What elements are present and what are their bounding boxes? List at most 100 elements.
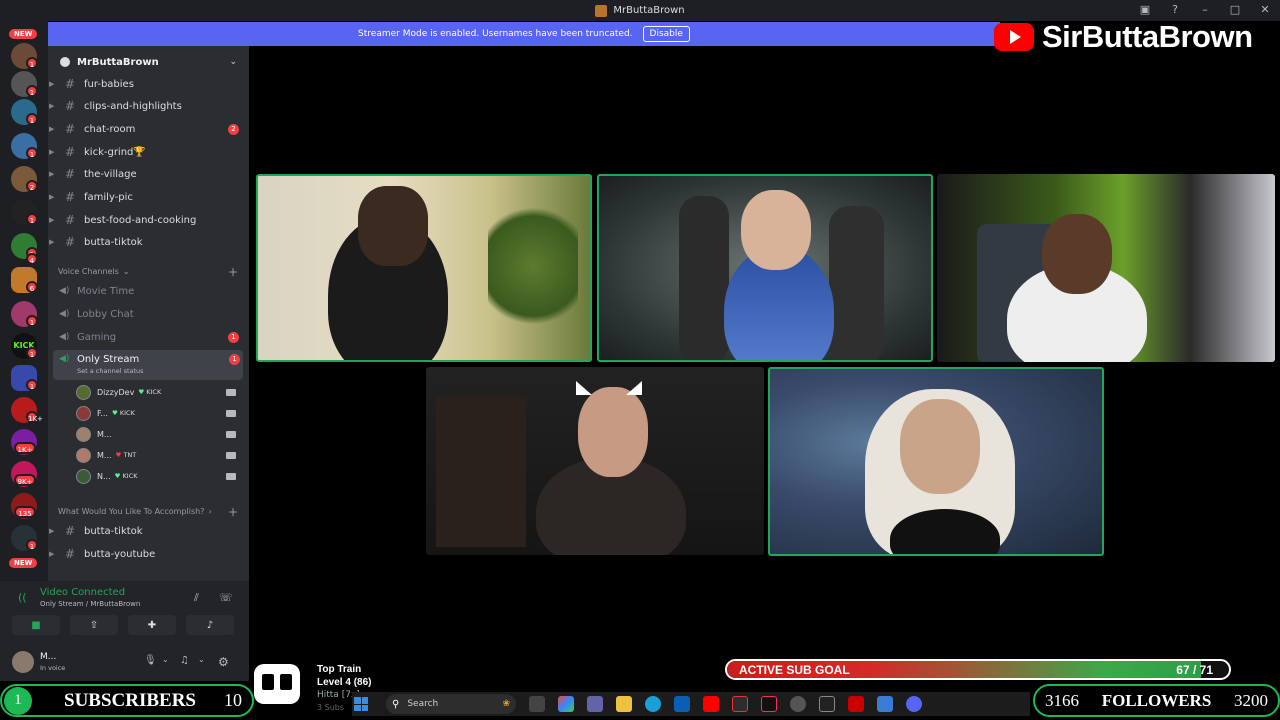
video-tile[interactable] [937, 174, 1275, 362]
voice-user[interactable]: M... ♥ TNT [76, 446, 246, 464]
minimize-icon[interactable]: – [1198, 3, 1212, 17]
youtube-app-icon[interactable] [703, 696, 719, 712]
speaker-icon: ◀) [59, 354, 70, 364]
task-view-icon[interactable] [529, 696, 545, 712]
voice-channel[interactable]: ◀) Lobby Chat [48, 304, 249, 324]
microphone-icon[interactable]: 🎙 [144, 655, 157, 666]
category-header[interactable]: What Would You Like To Accomplish? › + [58, 505, 238, 519]
text-channel[interactable]: ▶ # fur-babies [48, 74, 249, 94]
mention-badge: 6 [26, 281, 38, 293]
cat-ear-right [626, 381, 642, 395]
voice-user[interactable]: F... ♥ KICK [76, 404, 246, 422]
user-name: F... [97, 408, 108, 418]
background-figure [679, 196, 729, 360]
voice-channel[interactable]: ◀) Movie Time [48, 281, 249, 301]
camera-icon [226, 472, 236, 480]
voice-category-header[interactable]: Voice Channels ⌄ + [58, 265, 238, 279]
text-channel[interactable]: ▶ # clips-and-highlights [48, 96, 249, 116]
voice-user[interactable]: DizzyDev ♥ KICK [76, 383, 246, 401]
hash-icon: # [65, 122, 76, 136]
chevron-down-icon[interactable]: ⌄ [198, 655, 205, 664]
text-channel[interactable]: ▶ # family-pic [48, 187, 249, 207]
category-label: Voice Channels [58, 267, 119, 276]
user-tag-text: KICK [119, 409, 135, 417]
channel-name: SirButtaBrown [1042, 19, 1253, 54]
mention-badge: 1 [26, 379, 38, 391]
text-channel[interactable]: ▶ # kick-grind🏆 [48, 142, 249, 162]
disconnect-icon[interactable]: ☏ [219, 591, 233, 605]
text-channel[interactable]: ▶ # the-village [48, 164, 249, 184]
taskbar-search[interactable]: ⚲ Search ❀ [386, 694, 516, 714]
plant-decoration [488, 196, 578, 336]
sub-goal-value: 67 / 71 [1176, 663, 1213, 677]
mention-badge: 9K+ [14, 474, 36, 486]
windows-start-icon[interactable] [354, 697, 368, 711]
inbox-icon[interactable]: ▣ [1138, 3, 1152, 17]
video-tile[interactable] [426, 367, 764, 555]
voice-channel[interactable]: ◀) Gaming 1 [48, 327, 249, 347]
user-name: M... [97, 429, 112, 439]
headphones-icon[interactable]: ♫ [180, 655, 189, 666]
text-channel[interactable]: ▶ # butta-tiktok [48, 232, 249, 252]
text-channel[interactable]: ▶ # best-food-and-cooking [48, 210, 249, 230]
noise-suppression-icon[interactable]: ⫽ [194, 591, 208, 605]
channel-label: Lobby Chat [77, 308, 134, 320]
voice-channel-active[interactable]: ◀) Only Stream Set a channel status 1 [53, 350, 243, 380]
signal-icon[interactable]: (( [18, 591, 30, 604]
tiktok-icon[interactable] [761, 696, 777, 712]
voice-connection-panel: (( Video Connected Only Stream / MrButta… [0, 581, 249, 643]
text-channel[interactable]: ▶ # butta-tiktok [48, 521, 249, 541]
terminal-icon[interactable] [732, 696, 748, 712]
mention-badge: 1 [26, 347, 38, 359]
train-title: Top Train [317, 664, 362, 675]
user-status: In voice [40, 664, 66, 672]
search-icon: ⚲ [392, 698, 400, 710]
channel-status-prompt[interactable]: Set a channel status [77, 367, 144, 375]
followers-goal-widget: 3166 FOLLOWERS 3200 [1033, 684, 1280, 717]
close-icon[interactable]: ✕ [1258, 3, 1272, 17]
server-header[interactable]: MrButtaBrown ⌄ [48, 54, 249, 70]
text-channel[interactable]: ▶ # chat-room 2 [48, 119, 249, 139]
user-tag: ♥ KICK [114, 472, 138, 480]
text-channel[interactable]: ▶ # butta-youtube [48, 544, 249, 564]
channel-label: chat-room [84, 123, 136, 135]
connection-detail[interactable]: Only Stream / MrButtaBrown [40, 600, 140, 608]
add-channel-icon[interactable]: + [228, 265, 238, 279]
window-title: MrButtaBrown [613, 5, 685, 16]
video-tile[interactable] [768, 367, 1104, 556]
avatar[interactable] [12, 651, 34, 673]
channel-label: fur-babies [84, 78, 134, 90]
add-channel-icon[interactable]: + [228, 505, 238, 519]
app-icon[interactable] [790, 696, 806, 712]
voice-user[interactable]: M... [76, 425, 246, 443]
collapse-arrow-icon: ▶ [49, 527, 55, 535]
edge-browser-icon[interactable] [645, 696, 661, 712]
chevron-down-icon[interactable]: ⌄ [162, 655, 169, 664]
camera-button[interactable]: ■ [12, 615, 60, 635]
settings-gear-icon[interactable]: ⚙ [218, 655, 229, 669]
teams-icon[interactable] [587, 696, 603, 712]
store-icon[interactable] [674, 696, 690, 712]
app-icon[interactable] [848, 696, 864, 712]
app-icon[interactable] [877, 696, 893, 712]
discord-icon[interactable] [906, 696, 922, 712]
voice-user[interactable]: N... ♥ KICK [76, 467, 246, 485]
search-placeholder: Search [407, 699, 439, 709]
video-tile[interactable] [597, 174, 933, 362]
screen-share-button[interactable]: ⇧ [70, 615, 118, 635]
hash-icon: # [65, 235, 76, 249]
help-icon[interactable]: ? [1168, 3, 1182, 17]
camera-icon [226, 388, 236, 396]
file-explorer-icon[interactable] [616, 696, 632, 712]
soundboard-button[interactable]: ♪ [186, 615, 234, 635]
unread-count: 1 [228, 331, 239, 343]
activities-button[interactable]: ✚ [128, 615, 176, 635]
connection-status[interactable]: Video Connected [40, 587, 125, 598]
disable-button[interactable]: Disable [642, 26, 690, 42]
video-tile[interactable] [256, 174, 592, 362]
unread-count: 1 [229, 354, 240, 365]
maximize-icon[interactable]: □ [1228, 3, 1242, 17]
copilot-icon[interactable] [558, 696, 574, 712]
call-of-duty-icon[interactable] [819, 696, 835, 712]
user-tag: ♥ KICK [111, 409, 135, 417]
